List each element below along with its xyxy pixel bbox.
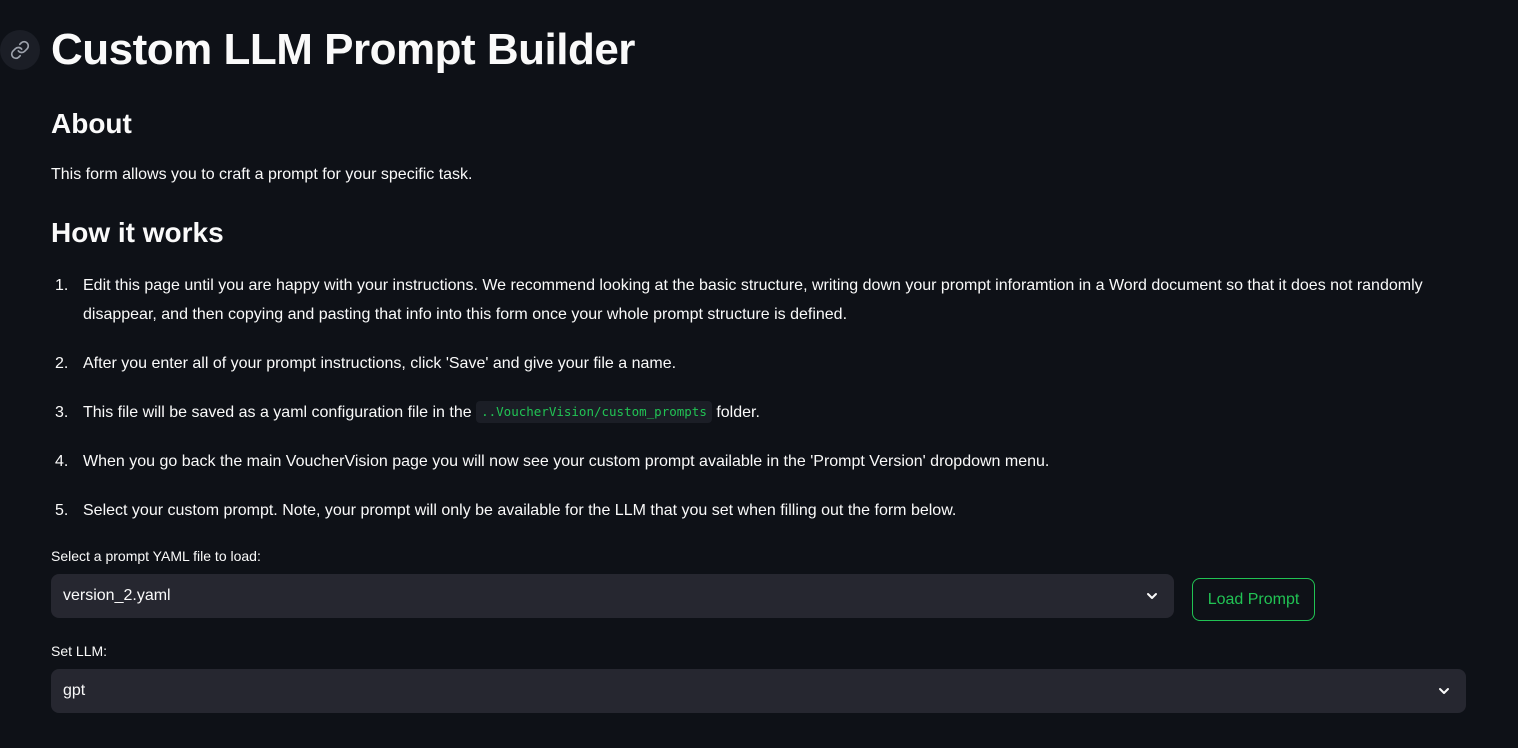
- step-item: 4. When you go back the main VoucherVisi…: [51, 447, 1451, 476]
- steps-list: 1. Edit this page until you are happy wi…: [51, 271, 1451, 545]
- chevron-down-icon[interactable]: [1436, 683, 1452, 699]
- step-item: 2. After you enter all of your prompt in…: [51, 349, 1451, 378]
- yaml-select-label: Select a prompt YAML file to load:: [51, 548, 261, 564]
- link-icon[interactable]: [0, 30, 40, 70]
- load-prompt-button[interactable]: Load Prompt: [1192, 578, 1315, 621]
- about-heading: About: [51, 108, 132, 139]
- how-it-works-heading: How it works: [51, 217, 224, 248]
- step-item: 3. This file will be saved as a yaml con…: [51, 398, 1451, 427]
- step-text: Select your custom prompt. Note, your pr…: [83, 502, 957, 519]
- step-text: After you enter all of your prompt instr…: [83, 355, 677, 372]
- yaml-file-select[interactable]: version_2.yaml: [51, 574, 1174, 618]
- page-title: Custom LLM Prompt Builder: [51, 25, 635, 74]
- step-number: 2.: [55, 355, 69, 372]
- code-path: ..VoucherVision/custom_prompts: [476, 401, 712, 423]
- yaml-select-value: version_2.yaml: [63, 587, 171, 604]
- step-number: 1.: [55, 277, 69, 294]
- about-text: This form allows you to craft a prompt f…: [51, 166, 473, 183]
- step-text-after: folder.: [716, 404, 760, 421]
- llm-select-label: Set LLM:: [51, 643, 108, 659]
- step-text: When you go back the main VoucherVision …: [83, 453, 1050, 470]
- page: Custom LLM Prompt Builder About This for…: [0, 0, 1518, 748]
- step-text: Edit this page until you are happy with …: [83, 277, 1423, 323]
- step-item: 5. Select your custom prompt. Note, your…: [51, 496, 1451, 525]
- step-number: 5.: [55, 502, 69, 519]
- llm-select[interactable]: gpt: [51, 669, 1466, 713]
- llm-select-value: gpt: [63, 682, 86, 699]
- step-text-before: This file will be saved as a yaml config…: [83, 404, 472, 421]
- step-item: 1. Edit this page until you are happy wi…: [51, 271, 1451, 329]
- step-number: 4.: [55, 453, 69, 470]
- chevron-down-icon[interactable]: [1144, 588, 1160, 604]
- step-number: 3.: [55, 404, 69, 421]
- step-text: This file will be saved as a yaml config…: [83, 398, 1423, 427]
